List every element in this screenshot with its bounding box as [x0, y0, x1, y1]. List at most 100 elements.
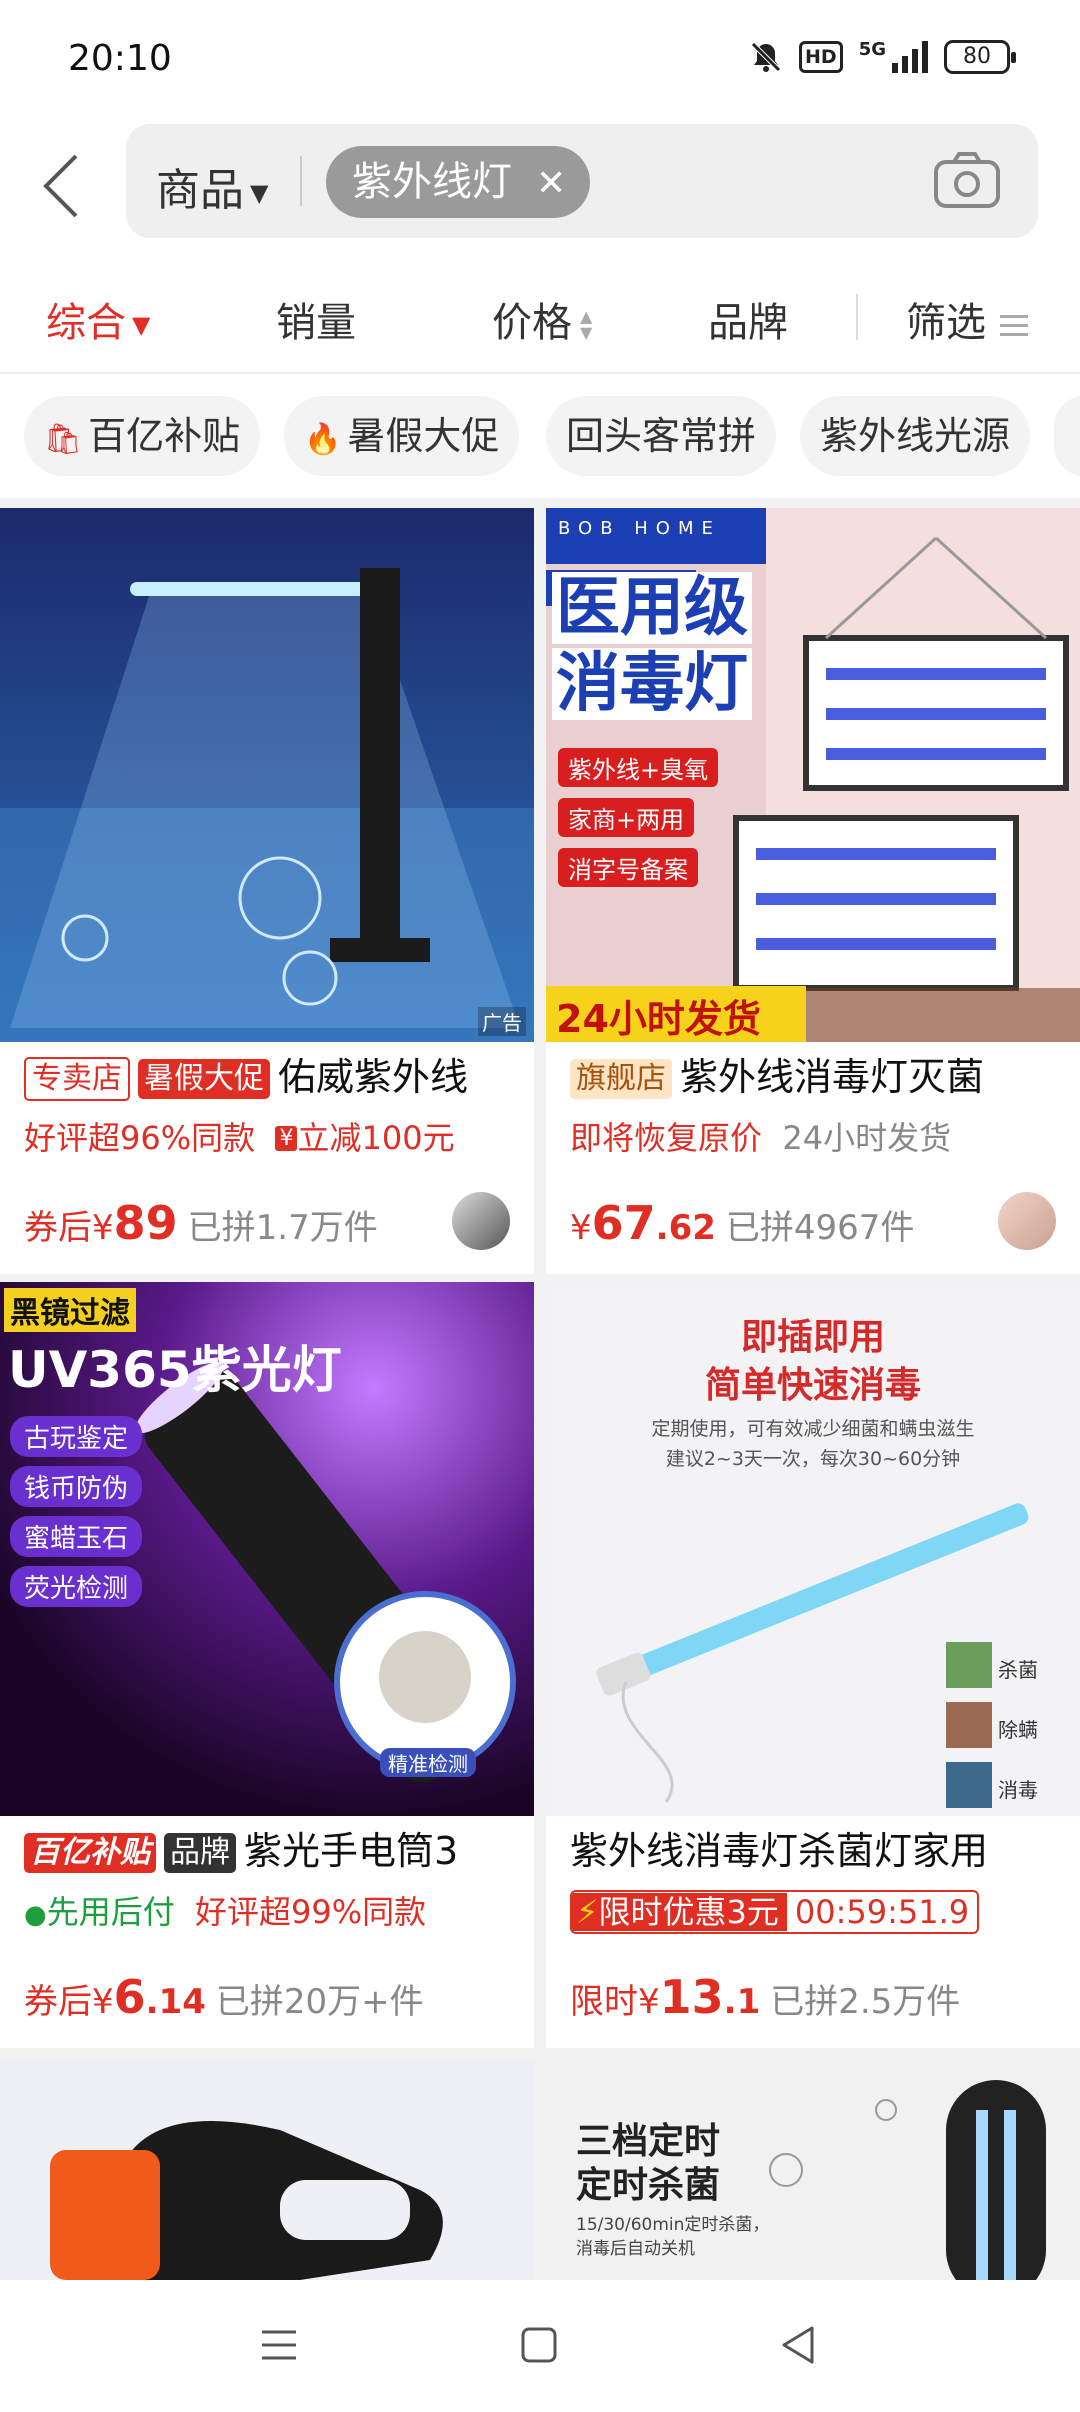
product-card[interactable]: 三档定时 定时杀菌 15/30/60min定时杀菌， 消毒后自动关机	[546, 2060, 1080, 2280]
image-label: 消毒	[998, 1778, 1038, 1802]
caret-down-icon: ▼	[132, 311, 151, 339]
product-image[interactable]: 黑镜过滤 UV365紫光灯 古玩鉴定 钱币防伪 蜜蜡玉石 荧光检测 精准检测	[0, 1282, 534, 1816]
chip-repeat-buyers[interactable]: 回头客常拼	[546, 396, 777, 476]
home-icon[interactable]	[514, 2320, 564, 2370]
countdown-timer: 00:59:51.9	[794, 1893, 970, 1931]
sold-count: 已拼4967件	[725, 1208, 915, 1248]
price-value: 89	[113, 1196, 178, 1250]
price-value: 6	[113, 1970, 146, 2024]
product-image[interactable]	[0, 2060, 534, 2280]
product-card[interactable]: 黑镜过滤 UV365紫光灯 古玩鉴定 钱币防伪 蜜蜡玉石 荧光检测 精准检测 百…	[0, 1282, 534, 2048]
product-info: 专卖店 暑假大促 佑威紫外线 好评超96%同款 ¥ 立减100元	[24, 1052, 524, 1161]
image-feature: 钱币防伪	[10, 1466, 143, 1507]
filter-icon	[1000, 309, 1028, 342]
product-card[interactable]: 即插即用 简单快速消毒 定期使用，可有效减少细菌和螨虫滋生 建议2~3天一次，每…	[546, 1282, 1080, 2048]
sort-tab-price[interactable]: 价格 ▲ ▼	[492, 290, 592, 348]
image-badge: 家商+两用	[558, 798, 695, 837]
product-info: 紫外线消毒灯杀菌灯家用 ⚡限时优惠3元 00:59:51.9	[570, 1826, 1070, 1945]
category-dropdown[interactable]: 商品 ▼	[156, 154, 268, 218]
sort-tab-filter[interactable]: 筛选	[906, 290, 1028, 348]
image-label: 杀菌	[998, 1658, 1038, 1682]
price-prefix: 券后¥	[24, 1982, 114, 2022]
image-headline: UV365紫光灯	[8, 1341, 342, 1399]
coupon-icon: ¥	[275, 1126, 298, 1151]
product-highlights: 即将恢复原价 24小时发货	[570, 1116, 1070, 1160]
search-keyword-chip[interactable]: 紫外线灯 ✕	[326, 146, 591, 218]
image-headline: 消毒灯	[552, 648, 752, 720]
back-arrow-icon[interactable]	[36, 146, 86, 226]
product-title: 紫光手电筒3	[244, 1829, 459, 1873]
product-title: 紫外线消毒灯杀菌灯家用	[570, 1829, 989, 1873]
sort-updown-icon: ▲ ▼	[580, 307, 593, 342]
image-banner: 24小时发货	[556, 997, 761, 1041]
avatar	[452, 1192, 510, 1250]
product-highlights: ●先用后付 好评超99%同款	[24, 1890, 524, 1937]
price-decimal: .62	[655, 1208, 716, 1248]
divider	[300, 156, 302, 206]
sort-tab-sales[interactable]: 销量	[276, 290, 356, 348]
back-icon[interactable]	[774, 2320, 824, 2370]
image-badge: 精准检测	[380, 1748, 476, 1777]
image-feature: 古玩鉴定	[10, 1416, 143, 1457]
image-headline: 简单快速消毒	[704, 1365, 921, 1406]
menu-icon[interactable]	[254, 2320, 304, 2370]
hd-icon: HD	[799, 41, 843, 73]
image-headline: 定时杀菌	[576, 2165, 721, 2206]
product-card[interactable]	[0, 2060, 534, 2280]
pay-later-icon: ●	[24, 1900, 47, 1930]
pay-later-text: 先用后付	[46, 1893, 175, 1931]
lightning-icon: ⚡	[576, 1893, 599, 1931]
camera-icon[interactable]	[932, 150, 1002, 210]
brand-tag: 品牌	[164, 1833, 236, 1873]
store-tag: 旗舰店	[570, 1059, 672, 1099]
chip-more[interactable]	[1054, 396, 1080, 476]
price-prefix: ¥	[570, 1208, 592, 1248]
product-image[interactable]: BOB HOME 医用级 消毒灯 紫外线+臭氧 家商+两用 消字号备案 24小时…	[546, 508, 1080, 1042]
sort-bar: 综合 ▼ 销量 价格 ▲ ▼ 品牌 筛选	[0, 262, 1080, 374]
subsidy-tag: 百亿补贴	[24, 1833, 156, 1873]
search-header: 商品 ▼ 紫外线灯 ✕	[0, 120, 1080, 262]
chip-subsidy[interactable]: 🛍 百亿补贴	[24, 396, 261, 476]
chip-summer-sale[interactable]: 🔥 暑假大促	[284, 396, 520, 476]
sold-count: 已拼2.5万件	[770, 1982, 961, 2022]
product-title: 佑威紫外线	[278, 1055, 469, 1099]
sold-count: 已拼1.7万件	[187, 1208, 378, 1248]
flash-sale-row: ⚡限时优惠3元 00:59:51.9	[570, 1890, 1070, 1945]
image-desc: 15/30/60min定时杀菌，	[576, 2215, 770, 2235]
ad-label: 广告	[478, 1007, 526, 1036]
product-image[interactable]: 即插即用 简单快速消毒 定期使用，可有效减少细菌和螨虫滋生 建议2~3天一次，每…	[546, 1282, 1080, 1816]
price-line: ¥67.62 已拼4967件	[570, 1196, 914, 1250]
sort-tab-comprehensive[interactable]: 综合 ▼	[46, 290, 150, 348]
sort-tab-label: 综合	[46, 300, 126, 346]
flame-icon: 🔥	[304, 422, 342, 457]
price-line: 限时¥13.1 已拼2.5万件	[570, 1970, 960, 2024]
signal-icon	[892, 41, 928, 73]
product-info: 百亿补贴 品牌 紫光手电筒3 ●先用后付 好评超99%同款	[24, 1826, 524, 1937]
clear-icon[interactable]: ✕	[536, 163, 566, 204]
product-info: 旗舰店 紫外线消毒灯灭菌 即将恢复原价 24小时发货	[570, 1052, 1070, 1160]
chip-uv-source[interactable]: 紫外线光源	[800, 396, 1031, 476]
product-title: 紫外线消毒灯灭菌	[680, 1055, 985, 1099]
product-image[interactable]: 广告	[0, 508, 534, 1042]
sort-tab-brand[interactable]: 品牌	[708, 290, 788, 348]
product-image[interactable]: 三档定时 定时杀菌 15/30/60min定时杀菌， 消毒后自动关机	[546, 2060, 1080, 2280]
sold-count: 已拼20万+件	[215, 1982, 424, 2022]
mute-bell-icon	[751, 42, 781, 72]
chip-label: 百亿补贴	[88, 414, 241, 458]
image-headline: 即插即用	[740, 1317, 885, 1358]
price-line: 券后¥89 已拼1.7万件	[24, 1196, 378, 1250]
price-restore-text: 即将恢复原价	[570, 1119, 763, 1157]
product-card[interactable]: 广告 专卖店 暑假大促 佑威紫外线 好评超96%同款 ¥ 立减100元 券后¥89 已拼…	[0, 508, 534, 1274]
product-highlights: 好评超96%同款 ¥ 立减100元	[24, 1116, 524, 1161]
product-card[interactable]: BOB HOME 医用级 消毒灯 紫外线+臭氧 家商+两用 消字号备案 24小时…	[546, 508, 1080, 1274]
network-label: 5G	[858, 38, 886, 60]
avatar	[998, 1192, 1056, 1250]
search-box[interactable]: 商品 ▼ 紫外线灯 ✕	[126, 124, 1038, 238]
flash-sale-label: ⚡限时优惠3元	[572, 1893, 787, 1931]
price-value: 67	[591, 1196, 656, 1250]
system-nav-bar	[0, 2280, 1080, 2412]
product-title-line: 百亿补贴 品牌 紫光手电筒3	[24, 1826, 524, 1876]
search-keyword: 紫外线灯	[352, 159, 512, 205]
store-tag: 专卖店	[24, 1057, 130, 1101]
flash-sale-text: 限时优惠3元	[598, 1893, 779, 1931]
